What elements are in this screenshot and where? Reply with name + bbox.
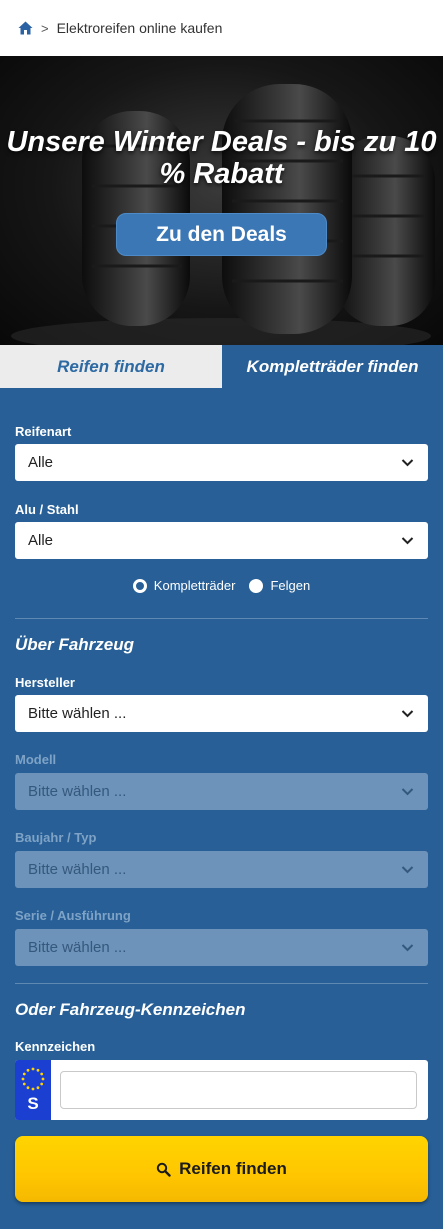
radio-checked-icon[interactable] bbox=[132, 578, 147, 593]
hersteller-label: Hersteller bbox=[15, 675, 75, 690]
reifenart-label: Reifenart bbox=[15, 424, 72, 439]
chevron-down-icon bbox=[401, 710, 414, 718]
vehicle-section-title: Über Fahrzeug bbox=[15, 635, 135, 654]
radio-unchecked-icon[interactable] bbox=[249, 578, 264, 593]
country-code: S bbox=[27, 1094, 39, 1113]
chevron-down-icon bbox=[401, 866, 414, 874]
license-plate-field: S bbox=[15, 1060, 428, 1120]
wheel-type-radio-group: Kompletträder Felgen bbox=[0, 578, 443, 593]
hero-banner[interactable]: Unsere Winter Deals - bis zu 10 % Rabatt… bbox=[0, 56, 443, 345]
serie-label: Serie / Ausführung bbox=[15, 908, 131, 923]
hersteller-value: Bitte wählen ... bbox=[28, 705, 127, 722]
reifenart-value: Alle bbox=[28, 454, 54, 471]
alu-stahl-label: Alu / Stahl bbox=[15, 502, 79, 517]
reifen-finden-button[interactable]: Reifen finden bbox=[15, 1136, 428, 1202]
radio-felgen-label: Felgen bbox=[270, 578, 311, 593]
hersteller-select[interactable]: Bitte wählen ... bbox=[15, 695, 428, 732]
baujahr-select: Bitte wählen ... bbox=[15, 851, 428, 888]
home-icon[interactable] bbox=[17, 20, 33, 36]
serie-select: Bitte wählen ... bbox=[15, 929, 428, 966]
modell-value: Bitte wählen ... bbox=[28, 783, 127, 800]
hero-title: Unsere Winter Deals - bis zu 10 % Rabatt bbox=[6, 126, 437, 190]
alu-stahl-value: Alle bbox=[28, 532, 54, 549]
eu-stars-icon bbox=[21, 1067, 45, 1091]
serie-value: Bitte wählen ... bbox=[28, 939, 127, 956]
baujahr-value: Bitte wählen ... bbox=[28, 861, 127, 878]
radio-komplettraeder-label: Kompletträder bbox=[153, 578, 236, 593]
search-form: Reifenart Alle Alu / Stahl Alle Komplett… bbox=[0, 388, 443, 1229]
search-tabs: Reifen finden Kompletträder finden bbox=[0, 345, 443, 388]
radio-felgen[interactable]: Felgen bbox=[249, 578, 310, 593]
divider bbox=[15, 618, 428, 619]
tires-image bbox=[11, 84, 435, 345]
divider bbox=[15, 983, 428, 984]
search-icon bbox=[156, 1162, 171, 1177]
modell-label: Modell bbox=[15, 752, 57, 767]
modell-select: Bitte wählen ... bbox=[15, 773, 428, 810]
alu-stahl-select[interactable]: Alle bbox=[15, 522, 428, 559]
breadcrumb: > Elektroreifen online kaufen bbox=[0, 0, 443, 56]
baujahr-label: Baujahr / Typ bbox=[15, 830, 97, 845]
breadcrumb-current: Elektroreifen online kaufen bbox=[56, 20, 223, 36]
deals-button[interactable]: Zu den Deals bbox=[116, 213, 327, 256]
radio-komplettraeder[interactable]: Kompletträder bbox=[132, 578, 236, 593]
chevron-down-icon bbox=[401, 537, 414, 545]
reifenart-select[interactable]: Alle bbox=[15, 444, 428, 481]
kennzeichen-label: Kennzeichen bbox=[15, 1039, 96, 1054]
plate-section-title: Oder Fahrzeug-Kennzeichen bbox=[15, 1000, 246, 1019]
breadcrumb-separator: > bbox=[41, 20, 49, 36]
kennzeichen-input[interactable] bbox=[60, 1071, 417, 1109]
reifen-finden-label: Reifen finden bbox=[179, 1159, 287, 1178]
chevron-down-icon bbox=[401, 788, 414, 796]
chevron-down-icon bbox=[401, 944, 414, 952]
chevron-down-icon bbox=[401, 459, 414, 467]
tab-komplettraeder-finden[interactable]: Kompletträder finden bbox=[222, 345, 443, 388]
eu-plate-band: S bbox=[15, 1060, 51, 1120]
tab-reifen-finden[interactable]: Reifen finden bbox=[0, 345, 222, 388]
